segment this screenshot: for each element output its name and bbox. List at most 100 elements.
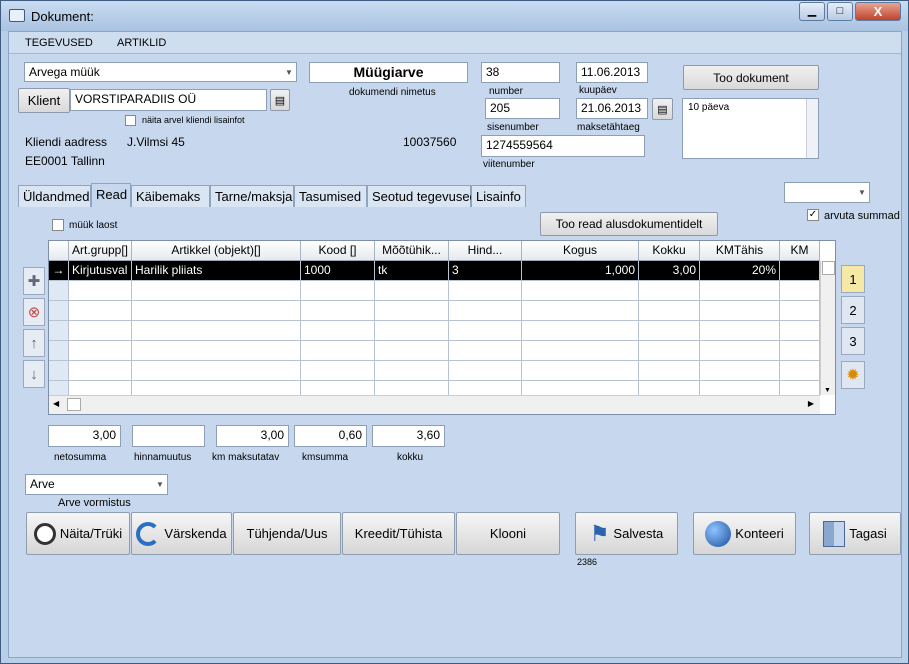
table-cell[interactable]	[301, 341, 375, 361]
header-km[interactable]: KM	[780, 241, 820, 261]
cell-price[interactable]: 3	[449, 261, 522, 281]
header-kogus[interactable]: Kogus	[522, 241, 639, 261]
tab-tasumised[interactable]: Tasumised	[294, 185, 367, 207]
table-cell[interactable]	[449, 301, 522, 321]
table-cell[interactable]	[132, 341, 301, 361]
table-cell[interactable]	[449, 341, 522, 361]
print-button[interactable]: Näita/Trüki	[26, 512, 130, 555]
cell-code[interactable]: 1000	[301, 261, 375, 281]
calendar-icon[interactable]: ▤	[652, 98, 673, 120]
table-cell[interactable]	[69, 281, 132, 301]
table-cell[interactable]	[639, 341, 700, 361]
sell-from-stock-checkbox[interactable]	[52, 219, 64, 231]
table-cell[interactable]	[522, 281, 639, 301]
show-client-info-checkbox[interactable]	[125, 115, 136, 126]
table-cell[interactable]	[639, 321, 700, 341]
table-cell[interactable]	[449, 321, 522, 341]
table-cell[interactable]	[375, 281, 449, 301]
delete-row-icon[interactable]: ⊗	[23, 298, 45, 326]
table-cell[interactable]	[69, 341, 132, 361]
table-cell[interactable]	[639, 301, 700, 321]
grand-total-field[interactable]: 3,60	[372, 425, 445, 447]
horizontal-scrollbar[interactable]: ◀ ▶	[49, 395, 820, 414]
net-sum-field[interactable]: 3,00	[48, 425, 121, 447]
calc-sums-checkbox[interactable]: ✓	[807, 209, 819, 221]
cell-qty[interactable]: 1,000	[522, 261, 639, 281]
table-cell[interactable]	[132, 321, 301, 341]
tab-read[interactable]: Read	[91, 183, 131, 207]
date-field[interactable]: 11.06.2013	[576, 62, 648, 83]
table-cell[interactable]	[69, 301, 132, 321]
tab-tarne-maksja[interactable]: Tarne/maksja	[210, 185, 294, 207]
minimize-button[interactable]: ▁	[799, 2, 825, 21]
table-cell[interactable]	[780, 361, 820, 381]
header-hind[interactable]: Hind...	[449, 241, 522, 261]
table-cell[interactable]	[780, 301, 820, 321]
client-button[interactable]: Klient	[18, 88, 70, 113]
scroll-thumb[interactable]	[822, 261, 835, 275]
tab-extra-select[interactable]: ▼	[784, 182, 870, 203]
header-kokku[interactable]: Kokku	[639, 241, 700, 261]
cell-vat[interactable]: 20%	[700, 261, 780, 281]
doc-type-select[interactable]: Arvega müük ▼	[24, 62, 297, 82]
table-cell[interactable]	[639, 281, 700, 301]
header-mootuhik[interactable]: Mõõtühik...	[375, 241, 449, 261]
table-cell[interactable]	[639, 361, 700, 381]
tab-seotud-tegevused[interactable]: Seotud tegevused	[367, 185, 477, 207]
table-cell[interactable]	[301, 281, 375, 301]
table-cell[interactable]	[522, 341, 639, 361]
cell-article[interactable]: Harilik pliiats	[132, 261, 301, 281]
payment-terms-scrollbar[interactable]	[806, 99, 818, 158]
inner-number-field[interactable]: 205	[485, 98, 560, 119]
table-cell[interactable]	[375, 301, 449, 321]
due-date-field[interactable]: 21.06.2013	[576, 98, 648, 119]
page-1-button[interactable]: 1	[841, 265, 865, 293]
cell-group[interactable]: Kirjutusval	[69, 261, 132, 281]
settings-gear-icon[interactable]: ✹	[841, 361, 865, 389]
menu-artiklid[interactable]: ARTIKLID	[117, 37, 166, 49]
client-name-field[interactable]: VORSTIPARADIIS OÜ	[70, 89, 267, 111]
maximize-button[interactable]: □	[827, 2, 853, 21]
cell-km[interactable]	[780, 261, 820, 281]
scroll-left-icon[interactable]: ◀	[53, 399, 59, 408]
table-cell[interactable]	[69, 361, 132, 381]
add-row-icon[interactable]: ✚	[23, 267, 45, 295]
hscroll-thumb[interactable]	[67, 398, 81, 411]
table-cell[interactable]	[132, 301, 301, 321]
table-cell[interactable]	[700, 321, 780, 341]
cell-total[interactable]: 3,00	[639, 261, 700, 281]
table-cell[interactable]	[522, 361, 639, 381]
table-cell[interactable]	[132, 361, 301, 381]
fetch-rows-button[interactable]: Too read alusdokumentidelt	[540, 212, 718, 236]
scroll-right-icon[interactable]: ▶	[808, 399, 814, 408]
tab-lisainfo[interactable]: Lisainfo	[471, 185, 526, 207]
scroll-down-icon[interactable]: ▼	[824, 387, 831, 394]
client-lookup-icon[interactable]: ▤	[270, 89, 290, 111]
doc-name-field[interactable]: Müügiarve	[309, 62, 468, 83]
vat-taxable-field[interactable]: 3,00	[216, 425, 289, 447]
refresh-button[interactable]: Värskenda	[131, 512, 232, 555]
table-cell[interactable]	[700, 301, 780, 321]
table-cell[interactable]	[69, 321, 132, 341]
move-down-icon[interactable]: ↓	[23, 360, 45, 388]
table-cell[interactable]	[522, 321, 639, 341]
table-cell[interactable]	[449, 361, 522, 381]
number-field[interactable]: 38	[481, 62, 560, 83]
credit-button[interactable]: Kreedit/Tühista	[342, 512, 455, 555]
cell-unit[interactable]: tk	[375, 261, 449, 281]
table-cell[interactable]	[375, 361, 449, 381]
format-select[interactable]: Arve ▼	[25, 474, 168, 495]
fetch-document-button[interactable]: Too dokument	[683, 65, 819, 90]
header-art-grupp[interactable]: Art.grupp[]	[69, 241, 132, 261]
tab-uldandmed[interactable]: Üldandmed	[18, 185, 91, 207]
table-cell[interactable]	[301, 301, 375, 321]
table-cell[interactable]	[780, 341, 820, 361]
payment-terms-field[interactable]: 10 päeva	[682, 98, 819, 159]
table-cell[interactable]	[449, 281, 522, 301]
page-2-button[interactable]: 2	[841, 296, 865, 324]
table-cell[interactable]	[522, 301, 639, 321]
post-button[interactable]: Konteeri	[693, 512, 796, 555]
table-cell[interactable]	[700, 281, 780, 301]
table-cell[interactable]	[700, 341, 780, 361]
save-button[interactable]: ⚑ Salvesta	[575, 512, 678, 555]
